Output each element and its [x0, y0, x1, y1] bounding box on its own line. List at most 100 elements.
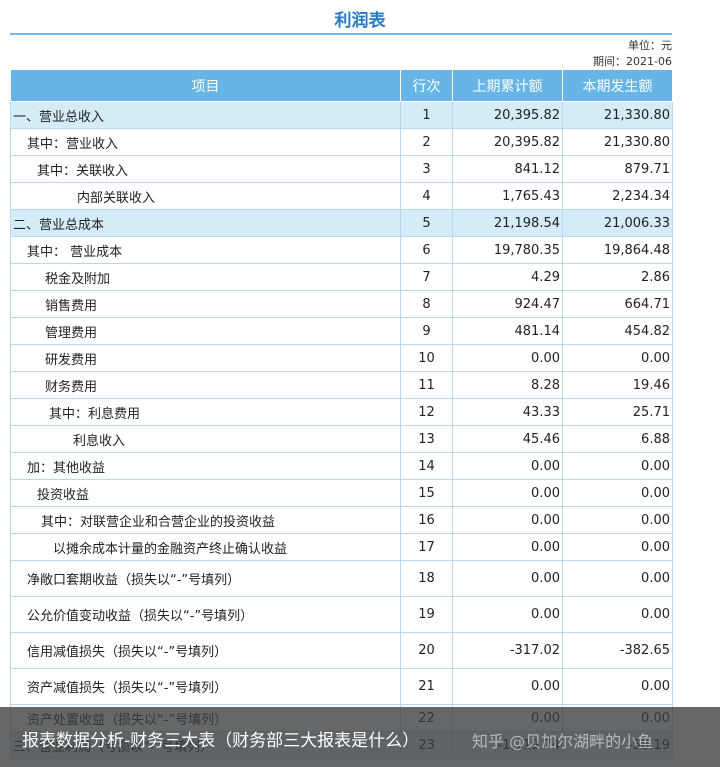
table-row: 其中：利息费用 12 43.33 25.71: [10, 398, 673, 426]
row-prev-cumulative: 481.14: [452, 317, 563, 345]
row-item-name: 以摊余成本计量的金融资产终止确认收益: [10, 533, 401, 561]
row-current-amount: 6.88: [562, 425, 673, 453]
table-row: 其中： 营业成本 6 19,780.35 19,864.48: [10, 236, 673, 264]
title-divider: [10, 33, 672, 35]
table-row: 内部关联收入 4 1,765.43 2,234.34: [10, 182, 673, 210]
row-item-name: 投资收益: [10, 479, 401, 507]
table-row: 资产减值损失（损失以“-”号填列） 21 0.00 0.00: [10, 668, 673, 705]
column-header-line-no: 行次: [400, 69, 453, 102]
row-item-name: 其中： 营业成本: [10, 236, 401, 264]
row-prev-cumulative: 0.00: [452, 596, 563, 633]
row-current-amount: 21,330.80: [562, 101, 673, 129]
row-line-no: 18: [400, 560, 453, 597]
row-item-name: 公允价值变动收益（损失以“-”号填列）: [10, 596, 401, 633]
row-line-no: 14: [400, 452, 453, 480]
row-line-no: 19: [400, 596, 453, 633]
row-current-amount: 454.82: [562, 317, 673, 345]
row-item-name: 其中：关联收入: [10, 155, 401, 183]
row-current-amount: 21,006.33: [562, 209, 673, 237]
table-row: 二、营业总成本 5 21,198.54 21,006.33: [10, 209, 673, 237]
row-item-name: 其中：对联营企业和合营企业的投资收益: [10, 506, 401, 534]
table-row: 一、营业总收入 1 20,395.82 21,330.80: [10, 101, 673, 129]
row-current-amount: 0.00: [562, 506, 673, 534]
row-line-no: 16: [400, 506, 453, 534]
row-line-no: 15: [400, 479, 453, 507]
table-row: 以摊余成本计量的金融资产终止确认收益 17 0.00 0.00: [10, 533, 673, 561]
row-item-name: 销售费用: [10, 290, 401, 318]
row-current-amount: 0.00: [562, 479, 673, 507]
row-item-name: 净敞口套期收益（损失以“-”号填列）: [10, 560, 401, 597]
row-current-amount: 2.86: [562, 263, 673, 291]
table-row: 加：其他收益 14 0.00 0.00: [10, 452, 673, 480]
row-line-no: 12: [400, 398, 453, 426]
table-row: 公允价值变动收益（损失以“-”号填列） 19 0.00 0.00: [10, 596, 673, 633]
row-current-amount: 2,234.34: [562, 182, 673, 210]
row-prev-cumulative: 20,395.82: [452, 101, 563, 129]
column-header-prev-cumulative: 上期累计额: [452, 69, 563, 102]
row-item-name: 一、营业总收入: [10, 101, 401, 129]
row-line-no: 13: [400, 425, 453, 453]
row-current-amount: 25.71: [562, 398, 673, 426]
row-prev-cumulative: -317.02: [452, 632, 563, 669]
table-row: 其中：对联营企业和合营企业的投资收益 16 0.00 0.00: [10, 506, 673, 534]
row-prev-cumulative: 0.00: [452, 668, 563, 705]
table-row: 管理费用 9 481.14 454.82: [10, 317, 673, 345]
row-item-name: 二、营业总成本: [10, 209, 401, 237]
row-prev-cumulative: 20,395.82: [452, 128, 563, 156]
row-prev-cumulative: 0.00: [452, 479, 563, 507]
row-line-no: 17: [400, 533, 453, 561]
table-body: 一、营业总收入 1 20,395.82 21,330.80 其中：营业收入 2 20,395…: [10, 101, 673, 759]
row-line-no: 2: [400, 128, 453, 156]
table-header-row: 项目 行次 上期累计额 本期发生额: [10, 69, 673, 102]
row-item-name: 利息收入: [10, 425, 401, 453]
table-row: 利息收入 13 45.46 6.88: [10, 425, 673, 453]
row-prev-cumulative: 4.29: [452, 263, 563, 291]
row-current-amount: 19,864.48: [562, 236, 673, 264]
row-line-no: 20: [400, 632, 453, 669]
row-item-name: 信用减值损失（损失以“-”号填列）: [10, 632, 401, 669]
row-current-amount: 21,330.80: [562, 128, 673, 156]
row-prev-cumulative: 0.00: [452, 506, 563, 534]
row-line-no: 3: [400, 155, 453, 183]
unit-label: 单位：元: [628, 39, 672, 52]
row-current-amount: 0.00: [562, 344, 673, 372]
row-current-amount: 19.46: [562, 371, 673, 399]
row-item-name: 研发费用: [10, 344, 401, 372]
row-current-amount: 0.00: [562, 596, 673, 633]
row-prev-cumulative: 1,765.43: [452, 182, 563, 210]
row-line-no: 5: [400, 209, 453, 237]
page: 利润表 单位：元 期间：2021-06 项目 行次 上期累计额 本期发生额 一、…: [0, 0, 720, 767]
row-current-amount: 0.00: [562, 668, 673, 705]
table-row: 税金及附加 7 4.29 2.86: [10, 263, 673, 291]
row-item-name: 其中：利息费用: [10, 398, 401, 426]
row-item-name: 财务费用: [10, 371, 401, 399]
row-item-name: 其中：营业收入: [10, 128, 401, 156]
row-current-amount: 0.00: [562, 560, 673, 597]
row-prev-cumulative: 0.00: [452, 533, 563, 561]
row-current-amount: -382.65: [562, 632, 673, 669]
row-prev-cumulative: 841.12: [452, 155, 563, 183]
row-prev-cumulative: 0.00: [452, 344, 563, 372]
caption-text: 报表数据分析-财务三大表（财务部三大报表是什么）: [22, 731, 420, 751]
report-title: 利润表: [334, 11, 386, 31]
table-row: 销售费用 8 924.47 664.71: [10, 290, 673, 318]
row-prev-cumulative: 43.33: [452, 398, 563, 426]
row-item-name: 加：其他收益: [10, 452, 401, 480]
row-item-name: 税金及附加: [10, 263, 401, 291]
row-current-amount: 664.71: [562, 290, 673, 318]
row-current-amount: 0.00: [562, 452, 673, 480]
row-line-no: 8: [400, 290, 453, 318]
row-current-amount: 879.71: [562, 155, 673, 183]
row-line-no: 9: [400, 317, 453, 345]
row-line-no: 11: [400, 371, 453, 399]
table-row: 净敞口套期收益（损失以“-”号填列） 18 0.00 0.00: [10, 560, 673, 597]
table-row: 其中：营业收入 2 20,395.82 21,330.80: [10, 128, 673, 156]
row-prev-cumulative: 19,780.35: [452, 236, 563, 264]
row-line-no: 4: [400, 182, 453, 210]
table-row: 研发费用 10 0.00 0.00: [10, 344, 673, 372]
table-row: 财务费用 11 8.28 19.46: [10, 371, 673, 399]
row-item-name: 内部关联收入: [10, 182, 401, 210]
row-item-name: 管理费用: [10, 317, 401, 345]
row-current-amount: 0.00: [562, 533, 673, 561]
table-row: 投资收益 15 0.00 0.00: [10, 479, 673, 507]
